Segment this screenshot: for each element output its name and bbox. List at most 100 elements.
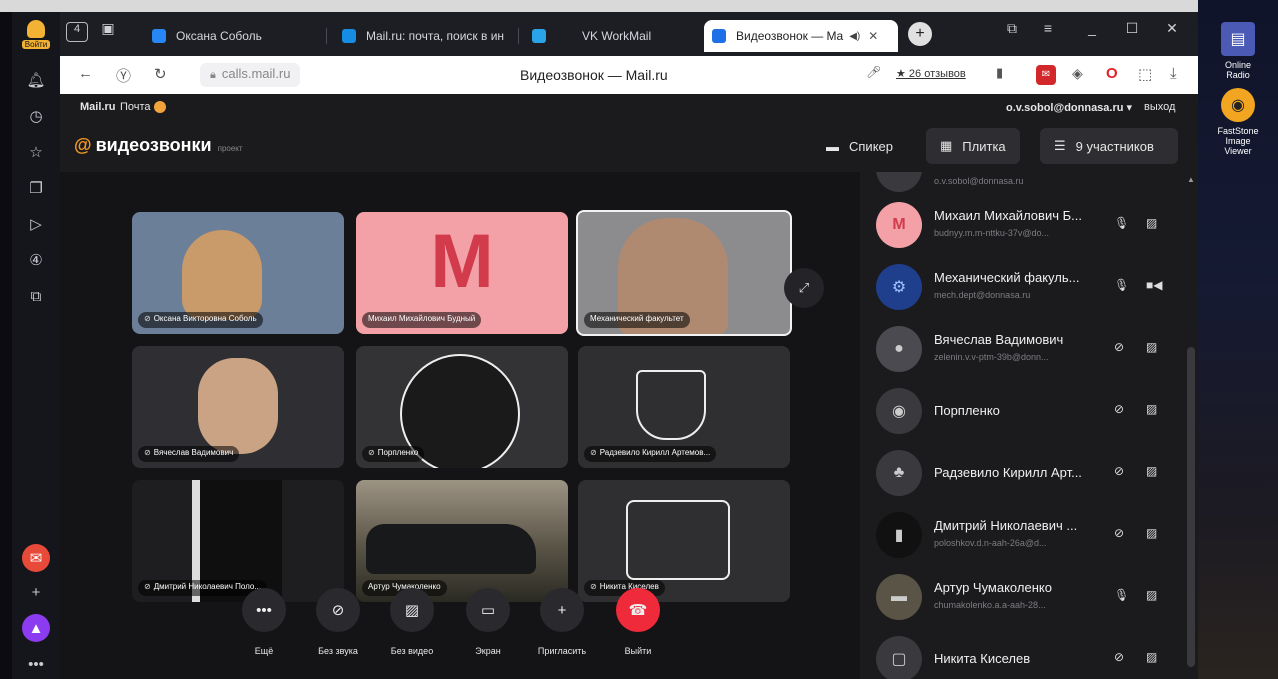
- mic-off-icon[interactable]: ⊘: [1114, 650, 1124, 664]
- more-button[interactable]: ••• Ещё: [234, 588, 294, 656]
- participant-row[interactable]: ▬ Артур Чумаколенко chumakolenko.a.a-aah…: [860, 566, 1185, 628]
- mute-button[interactable]: ⊘ Без звука: [308, 588, 368, 656]
- video-tile[interactable]: ⊘ Радзевило Кирилл Артемов...: [578, 346, 790, 468]
- video-tile[interactable]: ⊘ Вячеслав Вадимович: [132, 346, 344, 468]
- speaker-icon: ▬: [826, 138, 839, 154]
- camera-off-icon[interactable]: ▨: [1146, 340, 1157, 354]
- video-tile[interactable]: ⊘ Дмитрий Николаевич Поло...: [132, 480, 344, 602]
- tab-videocall[interactable]: Видеозвонок — Ma ◀) ✕: [704, 20, 898, 52]
- new-tab-button[interactable]: +: [908, 22, 932, 46]
- pin-icon[interactable]: ⧉: [1000, 20, 1024, 37]
- participant-name: Вячеслав Вадимович: [934, 332, 1064, 347]
- leave-button[interactable]: ☎ Выйти: [608, 588, 668, 656]
- tab-vk[interactable]: Оксана Соболь: [144, 20, 314, 52]
- mic-on-icon[interactable]: 🎙︎: [1114, 216, 1129, 230]
- mailru-link[interactable]: Mail.ru: [80, 101, 115, 113]
- alice-icon[interactable]: ▲: [22, 614, 50, 642]
- login-button[interactable]: Войти: [18, 20, 54, 56]
- audio-playing-icon[interactable]: ◀): [849, 31, 860, 42]
- reload-icon[interactable]: ↻: [154, 65, 167, 83]
- video-tile[interactable]: М Михаил Михайлович Будный: [356, 212, 568, 334]
- extension-icon[interactable]: ✉: [1036, 65, 1056, 85]
- screenshot-icon[interactable]: ⧉: [22, 282, 50, 310]
- tab-mail[interactable]: Mail.ru: почта, поиск в ин: [334, 20, 520, 52]
- history-icon[interactable]: ◷: [22, 102, 50, 130]
- expand-icon[interactable]: ⤢: [784, 268, 824, 308]
- tile-view-button[interactable]: ▦ Плитка: [926, 128, 1020, 164]
- participant-row[interactable]: М Михаил Михайлович Б... budnyy.m.m-nttk…: [860, 194, 1185, 256]
- tabs-panel-icon[interactable]: ▣: [96, 20, 120, 37]
- participant-row[interactable]: ◉ Порпленко ⊘ ▨: [860, 380, 1185, 442]
- camera-off-icon[interactable]: ▨: [1146, 650, 1157, 664]
- camera-off-icon[interactable]: ▨: [1146, 402, 1157, 416]
- participant-row[interactable]: ● Вячеслав Вадимович zelenin.v.v-ptm-39b…: [860, 318, 1185, 380]
- yandex-icon[interactable]: Ⓨ: [116, 65, 131, 86]
- close-tab-icon[interactable]: ✕: [868, 29, 878, 43]
- participant-row[interactable]: ▢ Никита Киселев ⊘ ▨: [860, 628, 1185, 679]
- video-off-button[interactable]: ▨ Без видео: [382, 588, 442, 656]
- participant-row[interactable]: ▮ Дмитрий Николаевич ... poloshkov.d.n-a…: [860, 504, 1185, 566]
- close-window-icon[interactable]: ✕: [1160, 20, 1184, 37]
- calls-logo[interactable]: @ видеозвонки проект: [74, 135, 243, 156]
- online-radio-shortcut[interactable]: ▤ Online Radio: [1212, 22, 1264, 80]
- download-icon[interactable]: ⤓: [1170, 65, 1177, 82]
- maximize-icon[interactable]: ☐: [1120, 20, 1144, 37]
- add-icon[interactable]: +: [22, 578, 50, 606]
- mic-off-icon[interactable]: ⊘: [1114, 464, 1124, 478]
- tab-workmail[interactable]: VK WorkMail: [524, 20, 694, 52]
- url-field[interactable]: 🔒︎ calls.mail.ru: [200, 63, 301, 87]
- tab-count-badge[interactable]: 4: [66, 22, 88, 42]
- speaker-label: Спикер: [849, 138, 893, 154]
- camera-off-icon[interactable]: ▨: [1146, 588, 1157, 602]
- screen-share-button[interactable]: ▭ Экран: [458, 588, 518, 656]
- login-label: Войти: [21, 40, 51, 49]
- video-tile-active[interactable]: Механический факультет: [576, 210, 792, 336]
- mic-off-icon[interactable]: ⊘: [1114, 402, 1124, 416]
- tab-count-icon[interactable]: ④: [22, 246, 50, 274]
- participants-button[interactable]: ☰ 9 участников: [1040, 128, 1178, 164]
- video-tile[interactable]: ⊘ Порпленко: [356, 346, 568, 468]
- bookmark-icon[interactable]: ▮: [996, 65, 1003, 81]
- logout-link[interactable]: выход: [1144, 101, 1175, 113]
- participant-name: Порпленко: [934, 403, 1000, 418]
- notifications-icon[interactable]: 🔔︎: [22, 66, 50, 94]
- mail-app-icon[interactable]: ✉: [22, 544, 50, 572]
- mic-off-icon[interactable]: ⊘: [1114, 340, 1124, 354]
- participant-name: Артур Чумаколенко: [934, 580, 1052, 595]
- mic-on-icon[interactable]: 🎙︎: [1114, 278, 1129, 292]
- ext-2-icon[interactable]: ◈: [1072, 65, 1083, 82]
- participant-email: zelenin.v.v-ptm-39b@donn...: [934, 352, 1049, 362]
- video-tile[interactable]: Артур Чумаколенко: [356, 480, 568, 602]
- mail-link[interactable]: Почта: [120, 101, 166, 114]
- reviews-link[interactable]: ★ 26 отзывов: [896, 67, 966, 80]
- minimize-icon[interactable]: _: [1080, 20, 1104, 36]
- invite-button[interactable]: + Пригласить: [532, 588, 592, 656]
- mic-permission-icon[interactable]: 🎤︎: [866, 65, 881, 79]
- mic-off-icon[interactable]: ⊘: [1114, 526, 1124, 540]
- camera-off-icon[interactable]: ▨: [1146, 216, 1157, 230]
- bookmarks-star-icon[interactable]: ☆: [22, 138, 50, 166]
- camera-off-icon[interactable]: ▨: [1146, 464, 1157, 478]
- more-icon[interactable]: •••: [22, 650, 50, 678]
- participants-scrollbar[interactable]: ▲: [1184, 172, 1198, 679]
- menu-icon[interactable]: ≡: [1036, 20, 1060, 36]
- collections-icon[interactable]: ❐: [22, 174, 50, 202]
- sidebar-toggle-icon[interactable]: ⬚: [1138, 65, 1152, 83]
- user-account-link[interactable]: o.v.sobol@donnasa.ru ▾: [1006, 101, 1132, 114]
- participant-row[interactable]: ♣ Радзевило Кирилл Арт... ⊘ ▨: [860, 442, 1185, 504]
- shortcut-label: FastStone Image Viewer: [1217, 126, 1259, 156]
- scroll-up-icon[interactable]: ▲: [1187, 175, 1195, 184]
- camera-on-icon[interactable]: ■◀: [1146, 278, 1162, 292]
- scrollbar-thumb[interactable]: [1187, 347, 1195, 667]
- camera-off-icon[interactable]: ▨: [1146, 526, 1157, 540]
- video-tile[interactable]: ⊘ Никита Киселев: [578, 480, 790, 602]
- back-icon[interactable]: ←: [78, 65, 93, 82]
- list-icon: ☰: [1054, 138, 1066, 153]
- faststone-shortcut[interactable]: ◉ FastStone Image Viewer: [1212, 88, 1264, 156]
- play-icon[interactable]: ▷: [22, 210, 50, 238]
- speaker-view-button[interactable]: ▬ Спикер: [812, 128, 907, 164]
- opera-icon[interactable]: O: [1106, 65, 1118, 82]
- video-tile[interactable]: ⊘ Оксана Викторовна Соболь: [132, 212, 344, 334]
- participant-row[interactable]: ⚙ Механический факуль... mech.dept@donna…: [860, 256, 1185, 318]
- mic-on-icon[interactable]: 🎙︎: [1114, 588, 1129, 602]
